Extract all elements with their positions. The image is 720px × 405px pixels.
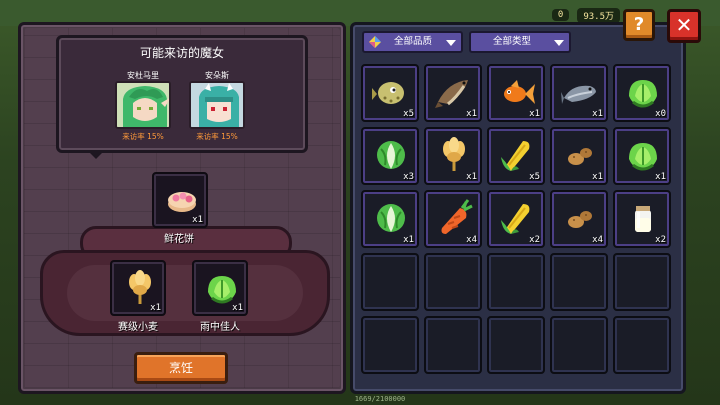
gem-icon [369,36,381,48]
chevron-down-icon [554,40,564,46]
witch-visit-rate: 来访率 15% [122,132,164,141]
item-quantity: x1 [529,109,540,119]
inventory-slot[interactable]: x2 [487,190,545,248]
inventory-slot[interactable]: x1 [550,64,608,122]
ingredient-slot[interactable]: x1 [192,260,248,316]
quality-filter-dropdown[interactable]: 全部品质 [362,31,463,53]
item-quantity: x1 [403,235,414,245]
witch-name: 安朵斯 [205,71,229,80]
pufferfish-icon [372,82,404,104]
close-button[interactable]: ✕ [667,9,701,43]
witch-visitor-bubble: 可能来访的魔女 安杜马里 来访率 15% 安朵斯 来访率 15% [56,35,308,153]
item-quantity: x1 [466,109,477,119]
inventory-slot[interactable]: x5 [487,127,545,185]
grey-fish-icon [561,85,596,104]
empty-inventory-slot[interactable] [424,316,482,374]
witch-portrait [189,81,245,129]
inventory-slot[interactable]: x3 [361,127,419,185]
item-quantity: x5 [403,109,414,119]
ingredient-label: 赛级小麦 [118,322,158,333]
empty-inventory-slot[interactable] [487,316,545,374]
potato-icon [568,211,592,228]
item-quantity: x2 [529,235,540,245]
item-quantity: x1 [592,109,603,119]
recipe-result-slot[interactable]: x1 [152,172,208,228]
inventory-slot[interactable]: x4 [424,190,482,248]
quality-filter-label: 全部品质 [394,36,433,47]
empty-inventory-slot[interactable] [487,253,545,311]
flower-cake-icon [168,192,196,212]
cabbage-icon [629,143,657,171]
goldfish-icon [504,80,535,104]
empty-inventory-slot[interactable] [550,316,608,374]
witch-card[interactable]: 安杜马里 来访率 15% [113,70,173,142]
empty-inventory-slot[interactable] [613,316,671,374]
help-button[interactable]: ? [623,9,655,41]
bubble-tail [88,151,104,159]
hud-coins: 93.5万 [577,7,620,23]
item-quantity: x1 [466,172,477,182]
inventory-slot[interactable]: x1 [550,127,608,185]
milk-jar-icon [635,206,651,232]
item-quantity: x4 [466,235,477,245]
witch-card[interactable]: 安朵斯 来访率 15% [187,70,247,142]
inventory-slot[interactable]: x2 [613,190,671,248]
empty-inventory-slot[interactable] [613,253,671,311]
ingredient-slot[interactable]: x1 [110,260,166,316]
cabbage-icon [208,276,236,304]
empty-inventory-slot[interactable] [361,253,419,311]
carrot-icon [441,199,473,234]
corn-icon [501,204,530,234]
cook-button[interactable]: 烹饪 [134,352,228,384]
item-quantity: x1 [592,172,603,182]
hud-chip: 0 [551,9,570,21]
empty-inventory-slot[interactable] [424,253,482,311]
item-quantity: x0 [655,109,666,119]
inventory-slot[interactable]: x1 [487,64,545,122]
witch-visit-rate: 来访率 15% [196,132,238,141]
wheat-icon [129,270,151,304]
inventory-slot[interactable]: x1 [424,127,482,185]
corn-icon [501,141,530,171]
inventory-slot[interactable]: x1 [424,64,482,122]
empty-inventory-slot[interactable] [361,316,419,374]
bok-choy-icon [377,204,405,232]
item-quantity: x3 [403,172,414,182]
bok-choy-icon [377,141,405,169]
ingredient-label: 雨中佳人 [200,322,240,333]
item-quantity: x1 [150,303,161,313]
wheat-icon [443,137,465,171]
inventory-slot[interactable]: x1 [361,190,419,248]
catfish-icon [435,80,468,108]
item-quantity: x1 [655,172,666,182]
empty-inventory-slot[interactable] [550,253,608,311]
cabbage-icon [629,80,657,108]
chevron-down-icon [446,40,456,46]
inventory-slot[interactable]: x0 [613,64,671,122]
item-quantity: x1 [232,303,243,313]
inventory-slot[interactable]: x1 [613,127,671,185]
type-filter-dropdown[interactable]: 全部类型 [469,31,571,53]
item-quantity: x2 [655,235,666,245]
inventory-slot[interactable]: x4 [550,190,608,248]
witch-bubble-title: 可能来访的魔女 [139,46,224,60]
witch-portrait [115,81,171,129]
item-quantity: x1 [192,215,203,225]
bottom-counter: 1669/2100000 [354,395,406,403]
type-filter-label: 全部类型 [493,36,532,47]
item-quantity: x5 [529,172,540,182]
witch-name: 安杜马里 [127,71,159,80]
inventory-slot[interactable]: x5 [361,64,419,122]
potato-icon [568,148,592,165]
recipe-result-label: 鲜花饼 [164,234,194,245]
item-quantity: x4 [592,235,603,245]
